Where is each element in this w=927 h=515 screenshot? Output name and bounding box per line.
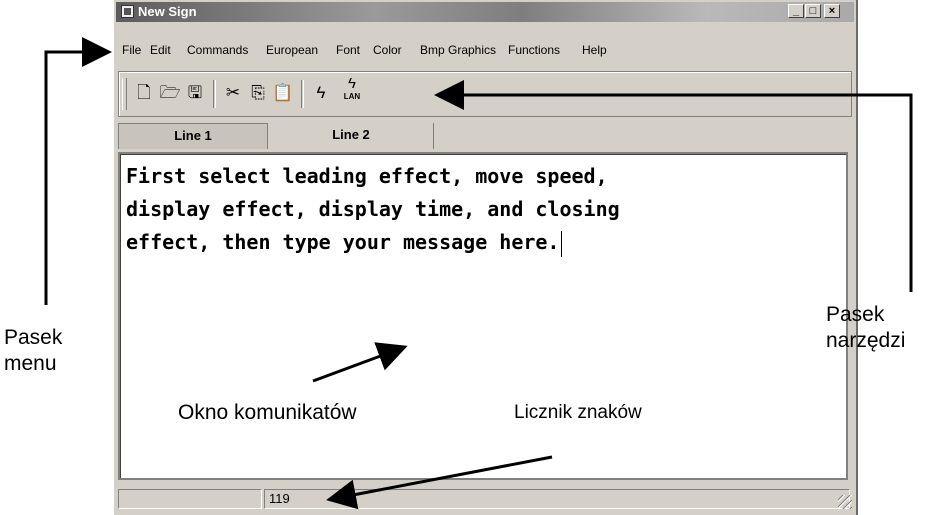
menu-bar-annotation: Pasek menu [4,325,62,377]
editor-callout-arrow [312,342,408,383]
message-window-annotation: Okno komunikatów [178,401,357,424]
annotation-line: Pasek [826,303,885,326]
toolbar-annotation: Pasek narzędzi [826,302,905,354]
toolbar-callout-arrow [434,80,913,292]
menu-callout-arrow [44,37,112,305]
annotation-line: narzędzi [826,329,906,352]
counter-callout-arrow [326,455,553,510]
char-counter-annotation: Licznik znaków [514,402,642,423]
annotation-line: Pasek [4,326,63,349]
annotation-line: menu [4,352,57,375]
callout-arrows [44,37,913,510]
